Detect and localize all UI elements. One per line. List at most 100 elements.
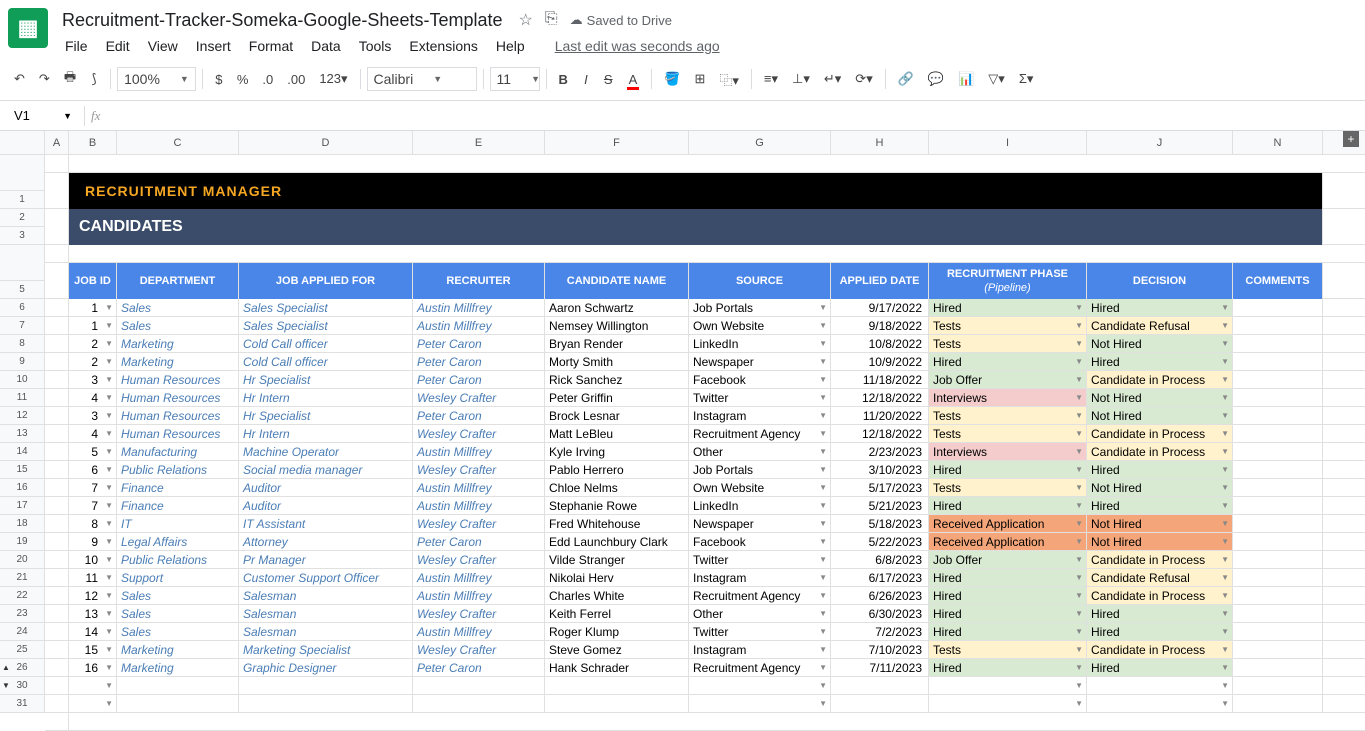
job-id-cell[interactable]: 1▼	[69, 299, 117, 316]
dropdown-arrow-icon[interactable]: ▼	[1075, 353, 1083, 370]
filter-button[interactable]: ▽▾	[982, 67, 1011, 91]
cell[interactable]	[45, 677, 69, 694]
row-header[interactable]: 8	[0, 335, 44, 353]
redo-button[interactable]: ↷	[33, 67, 56, 91]
dropdown-arrow-icon[interactable]: ▼	[1221, 443, 1229, 460]
cell[interactable]	[1233, 695, 1323, 712]
print-button[interactable]: 🖶	[58, 64, 82, 94]
currency-button[interactable]: $	[209, 68, 229, 91]
move-icon[interactable]: ⎘	[545, 10, 558, 30]
phase-cell[interactable]: Job Offer▼	[929, 371, 1087, 388]
recruiter-cell[interactable]: Austin Millfrey	[413, 497, 545, 514]
recruiter-cell[interactable]: Austin Millfrey	[413, 317, 545, 334]
phase-cell[interactable]: Hired▼	[929, 623, 1087, 640]
dropdown-arrow-icon[interactable]: ▼	[105, 677, 113, 694]
date-cell[interactable]: 12/18/2022	[831, 389, 929, 406]
source-cell[interactable]: Job Portals▼	[689, 299, 831, 316]
decision-cell[interactable]: Not Hired▼	[1087, 479, 1233, 496]
dropdown-arrow-icon[interactable]: ▼	[1221, 389, 1229, 406]
cell[interactable]: ▼	[69, 677, 117, 694]
cell[interactable]	[45, 389, 69, 406]
row-header[interactable]: 2	[0, 209, 44, 227]
dropdown-arrow-icon[interactable]: ▼	[819, 443, 827, 460]
date-cell[interactable]: 6/26/2023	[831, 587, 929, 604]
cell[interactable]	[117, 677, 239, 694]
decision-cell[interactable]: Candidate in Process▼	[1087, 551, 1233, 568]
date-cell[interactable]: 5/21/2023	[831, 497, 929, 514]
dropdown-arrow-icon[interactable]: ▼	[105, 641, 113, 658]
comments-cell[interactable]	[1233, 353, 1323, 370]
date-cell[interactable]: 6/8/2023	[831, 551, 929, 568]
col-header-F[interactable]: F	[545, 131, 689, 154]
job-id-cell[interactable]: 5▼	[69, 443, 117, 460]
job-id-cell[interactable]: 3▼	[69, 371, 117, 388]
phase-cell[interactable]: Hired▼	[929, 461, 1087, 478]
candidate-cell[interactable]: Kyle Irving	[545, 443, 689, 460]
source-cell[interactable]: Instagram▼	[689, 569, 831, 586]
job-id-cell[interactable]: 2▼	[69, 335, 117, 352]
cell[interactable]	[413, 677, 545, 694]
decision-cell[interactable]: Hired▼	[1087, 299, 1233, 316]
recruiter-cell[interactable]: Peter Caron	[413, 659, 545, 676]
cell[interactable]	[45, 641, 69, 658]
cell[interactable]	[45, 407, 69, 424]
candidate-cell[interactable]: Vilde Stranger	[545, 551, 689, 568]
phase-cell[interactable]: Tests▼	[929, 641, 1087, 658]
candidate-cell[interactable]: Fred Whitehouse	[545, 515, 689, 532]
row-header[interactable]: 31	[0, 695, 44, 713]
cell[interactable]	[117, 695, 239, 712]
row-header[interactable]: 7	[0, 317, 44, 335]
recruiter-cell[interactable]: Wesley Crafter	[413, 515, 545, 532]
decision-cell[interactable]: Hired▼	[1087, 659, 1233, 676]
dropdown-arrow-icon[interactable]: ▼	[1075, 317, 1083, 334]
dropdown-arrow-icon[interactable]: ▼	[819, 353, 827, 370]
phase-cell[interactable]: Tests▼	[929, 479, 1087, 496]
phase-cell[interactable]: Hired▼	[929, 659, 1087, 676]
comments-cell[interactable]	[1233, 389, 1323, 406]
dropdown-arrow-icon[interactable]: ▼	[105, 389, 113, 406]
dropdown-arrow-icon[interactable]: ▼	[1075, 425, 1083, 442]
dropdown-arrow-icon[interactable]: ▼	[105, 533, 113, 550]
candidate-cell[interactable]: Nemsey Willington	[545, 317, 689, 334]
dept-cell[interactable]: Human Resources	[117, 425, 239, 442]
decision-cell[interactable]: Candidate in Process▼	[1087, 425, 1233, 442]
comments-cell[interactable]	[1233, 335, 1323, 352]
dropdown-arrow-icon[interactable]: ▼	[105, 317, 113, 334]
add-column-button[interactable]: +	[1343, 131, 1359, 147]
candidate-cell[interactable]: Chloe Nelms	[545, 479, 689, 496]
candidate-cell[interactable]: Brock Lesnar	[545, 407, 689, 424]
job-cell[interactable]: Attorney	[239, 533, 413, 550]
chart-button[interactable]: 📊	[952, 67, 980, 91]
recruiter-cell[interactable]: Wesley Crafter	[413, 389, 545, 406]
dropdown-arrow-icon[interactable]: ▼	[1221, 335, 1229, 352]
dropdown-arrow-icon[interactable]: ▼	[819, 407, 827, 424]
cell[interactable]	[45, 695, 69, 712]
bold-button[interactable]: B	[553, 68, 574, 91]
candidate-cell[interactable]: Morty Smith	[545, 353, 689, 370]
row-header[interactable]: 20	[0, 551, 44, 569]
dropdown-arrow-icon[interactable]: ▼	[1075, 443, 1083, 460]
row-header[interactable]	[0, 155, 44, 191]
phase-cell[interactable]: Received Application▼	[929, 533, 1087, 550]
phase-cell[interactable]: Interviews▼	[929, 389, 1087, 406]
dropdown-arrow-icon[interactable]: ▼	[819, 371, 827, 388]
source-cell[interactable]: Recruitment Agency▼	[689, 425, 831, 442]
decision-cell[interactable]: Candidate Refusal▼	[1087, 569, 1233, 586]
cell[interactable]	[45, 335, 69, 352]
more-formats-button[interactable]: 123▾	[313, 67, 353, 91]
comments-cell[interactable]	[1233, 569, 1323, 586]
cell[interactable]	[45, 317, 69, 334]
comments-cell[interactable]	[1233, 461, 1323, 478]
dropdown-arrow-icon[interactable]: ▼	[1221, 317, 1229, 334]
dropdown-arrow-icon[interactable]: ▼	[105, 407, 113, 424]
decision-cell[interactable]: Hired▼	[1087, 497, 1233, 514]
row-header[interactable]: 30▼	[0, 677, 44, 695]
percent-button[interactable]: %	[231, 68, 255, 91]
recruiter-cell[interactable]: Wesley Crafter	[413, 461, 545, 478]
cell[interactable]	[45, 605, 69, 622]
comments-cell[interactable]	[1233, 641, 1323, 658]
recruiter-cell[interactable]: Austin Millfrey	[413, 479, 545, 496]
source-cell[interactable]: Recruitment Agency▼	[689, 587, 831, 604]
comments-cell[interactable]	[1233, 515, 1323, 532]
date-cell[interactable]: 11/20/2022	[831, 407, 929, 424]
